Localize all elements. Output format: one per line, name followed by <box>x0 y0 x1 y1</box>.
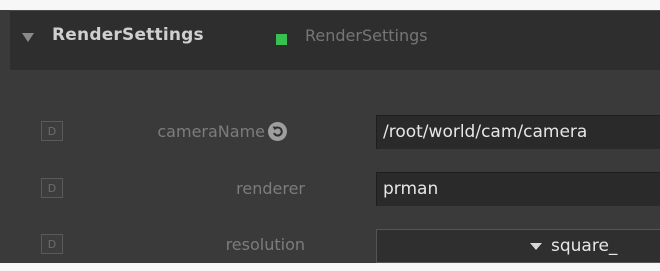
status-indicator-icon <box>276 34 287 45</box>
lock-toggle-button[interactable]: D <box>41 121 63 141</box>
lock-toggle-button[interactable]: D <box>41 234 63 254</box>
lock-toggle-button[interactable]: D <box>41 178 63 198</box>
resolution-value: square_ <box>551 236 618 256</box>
node-title: RenderSettings <box>52 25 204 45</box>
param-row-renderer: D renderer prman <box>10 170 660 210</box>
collapse-arrow-icon[interactable] <box>22 33 34 42</box>
render-settings-panel: RenderSettings RenderSettings D cameraNa… <box>0 0 660 271</box>
bottom-border <box>0 263 660 271</box>
renderer-field[interactable]: prman <box>376 172 660 206</box>
param-label-resolution: resolution <box>225 235 305 254</box>
header-divider <box>10 10 660 11</box>
param-row-resolution: D resolution square_ <box>10 227 660 267</box>
param-label-renderer: renderer <box>236 179 305 198</box>
chevron-down-icon[interactable] <box>530 243 542 250</box>
resolution-dropdown[interactable]: square_ <box>376 229 660 263</box>
top-border <box>0 0 660 10</box>
parameters-area: D cameraName /root/world/cam/camera D re… <box>10 70 660 263</box>
param-label-cameraname: cameraName <box>157 122 265 141</box>
param-row-cameraname: D cameraName /root/world/cam/camera <box>10 115 660 155</box>
reset-icon[interactable] <box>268 122 287 141</box>
node-header: RenderSettings RenderSettings <box>10 10 660 70</box>
node-type-label: RenderSettings <box>305 26 428 45</box>
cameraname-field[interactable]: /root/world/cam/camera <box>376 115 660 149</box>
